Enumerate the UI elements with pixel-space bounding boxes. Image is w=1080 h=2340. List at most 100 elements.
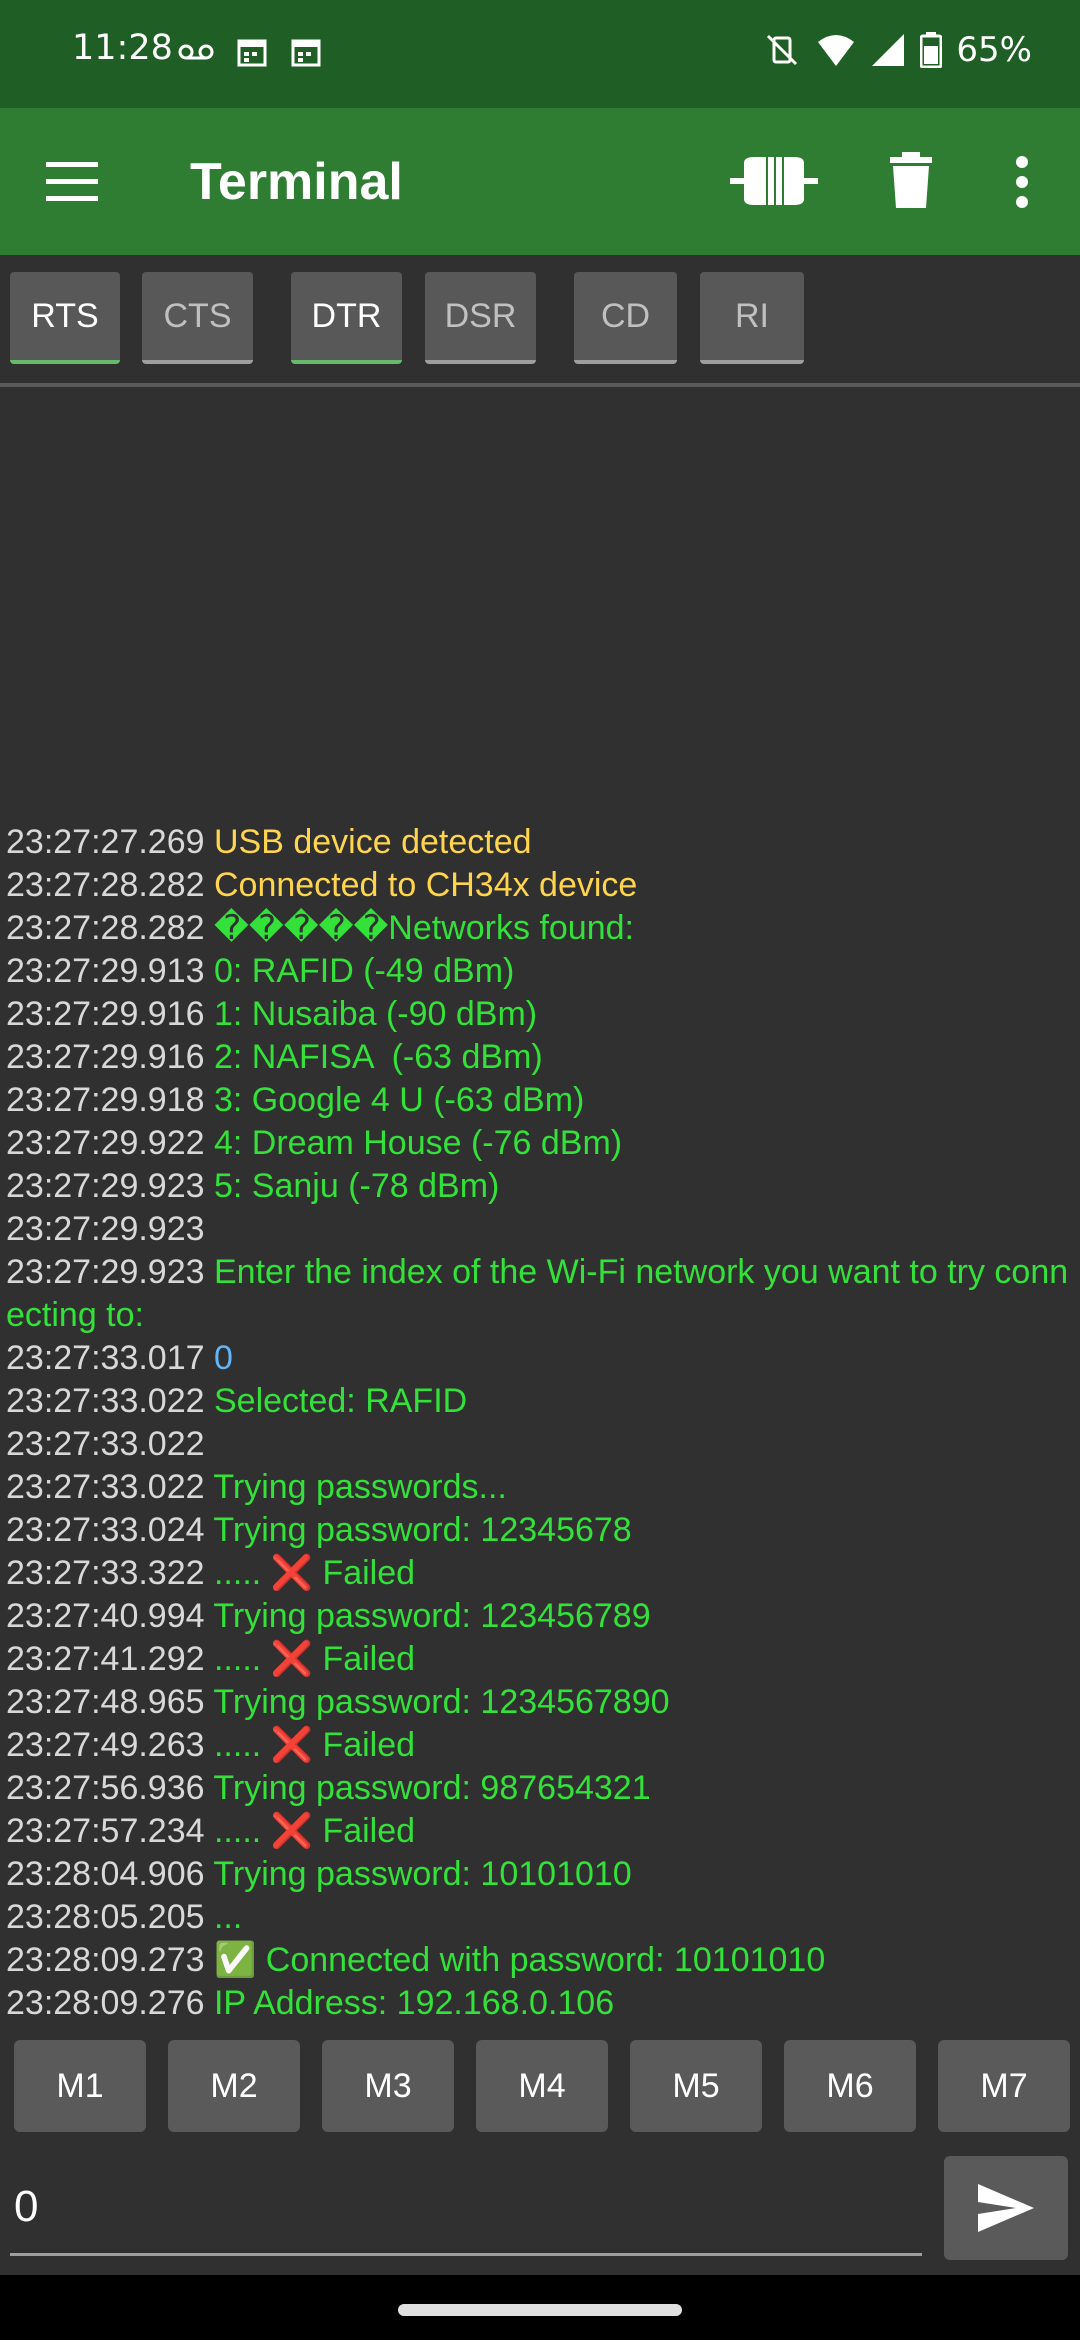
status-system-icons: 65% xyxy=(762,30,1032,70)
calendar-icon-2 xyxy=(291,39,321,67)
log-line: 23:27:40.994 Trying password: 123456789 xyxy=(6,1595,1076,1638)
log-line: 23:27:29.913 0: RAFID (-49 dBm) xyxy=(6,950,1076,993)
macro-button-m6[interactable]: M6 xyxy=(784,2040,916,2132)
macro-button-m7[interactable]: M7 xyxy=(938,2040,1070,2132)
cd-indicator: CD xyxy=(574,272,677,364)
log-message: Trying password: 123456789 xyxy=(213,1597,651,1635)
dsr-indicator: DSR xyxy=(425,272,536,364)
log-timestamp: 23:27:29.923 xyxy=(6,1210,205,1248)
log-message: USB device detected xyxy=(213,823,532,861)
log-message: ✅ Connected with password: 10101010 xyxy=(213,1941,826,1979)
battery-percent: 65% xyxy=(956,30,1032,70)
log-timestamp: 23:27:27.269 xyxy=(6,823,205,861)
log-timestamp: 23:28:05.205 xyxy=(6,1898,205,1936)
log-timestamp: 23:27:57.234 xyxy=(6,1812,205,1850)
log-line: 23:28:05.205 ... xyxy=(6,1896,1076,1939)
log-timestamp: 23:27:40.994 xyxy=(6,1597,205,1635)
log-line: 23:27:28.282 �����Networks found: xyxy=(6,907,1076,950)
log-timestamp: 23:27:33.022 xyxy=(6,1382,205,1420)
log-message: Selected: RAFID xyxy=(213,1382,468,1420)
more-vert-icon[interactable] xyxy=(1010,154,1034,210)
log-timestamp: 23:28:09.276 xyxy=(6,1984,205,2022)
log-line: 23:27:29.923 Enter the index of the Wi-F… xyxy=(6,1251,1076,1337)
macro-button-m3[interactable]: M3 xyxy=(322,2040,454,2132)
log-line: 23:27:33.024 Trying password: 12345678 xyxy=(6,1509,1076,1552)
dtr-toggle[interactable]: DTR xyxy=(291,272,402,364)
log-timestamp: 23:27:33.024 xyxy=(6,1511,205,1549)
control-signal-bar: RTS CTS DTR DSR CD RI xyxy=(0,255,1080,387)
log-line: 23:27:48.965 Trying password: 1234567890 xyxy=(6,1681,1076,1724)
log-message: Trying password: 10101010 xyxy=(213,1855,632,1893)
status-notification-icons xyxy=(178,36,322,68)
log-line: 23:27:29.923 5: Sanju (-78 dBm) xyxy=(6,1165,1076,1208)
log-line: 23:28:04.906 Trying password: 10101010 xyxy=(6,1853,1076,1896)
log-line: 23:27:29.922 4: Dream House (-76 dBm) xyxy=(6,1122,1076,1165)
log-timestamp: 23:27:49.263 xyxy=(6,1726,205,1764)
log-line: 23:27:33.022 xyxy=(6,1423,1076,1466)
trash-icon[interactable] xyxy=(890,152,932,208)
log-line: 23:27:33.322 ..... ❌ Failed xyxy=(6,1552,1076,1595)
log-message: Trying password: 12345678 xyxy=(213,1511,632,1549)
log-timestamp: 23:27:29.923 xyxy=(6,1167,205,1205)
log-timestamp: 23:28:04.906 xyxy=(6,1855,205,1893)
log-message: IP Address: 192.168.0.106 xyxy=(213,1984,615,2022)
log-message: Trying passwords... xyxy=(213,1468,507,1506)
log-message: ..... ❌ Failed xyxy=(213,1640,416,1678)
log-timestamp: 23:27:29.923 xyxy=(6,1253,205,1291)
log-timestamp: 23:27:56.936 xyxy=(6,1769,205,1807)
cts-indicator: CTS xyxy=(142,272,253,364)
log-timestamp: 23:27:33.017 xyxy=(6,1339,205,1377)
calendar-icon xyxy=(237,39,267,67)
macro-button-m4[interactable]: M4 xyxy=(476,2040,608,2132)
home-gesture-handle[interactable] xyxy=(398,2304,682,2316)
log-line: 23:27:29.923 xyxy=(6,1208,1076,1251)
macro-button-m5[interactable]: M5 xyxy=(630,2040,762,2132)
log-timestamp: 23:27:41.292 xyxy=(6,1640,205,1678)
macro-button-row: M1 M2 M3 M4 M5 M6 M7 xyxy=(0,2040,1080,2134)
send-button[interactable] xyxy=(944,2156,1068,2260)
menu-icon[interactable] xyxy=(44,160,100,204)
log-line: 23:27:57.234 ..... ❌ Failed xyxy=(6,1810,1076,1853)
send-icon xyxy=(978,2184,1034,2232)
log-line: 23:28:09.276 IP Address: 192.168.0.106 xyxy=(6,1982,1076,2025)
log-message: �����Networks found: xyxy=(213,909,634,947)
log-message: ..... ❌ Failed xyxy=(213,1812,416,1850)
ri-indicator: RI xyxy=(700,272,804,364)
navigation-bar xyxy=(0,2275,1080,2340)
log-line: 23:27:33.022 Trying passwords... xyxy=(6,1466,1076,1509)
log-timestamp: 23:27:33.022 xyxy=(6,1468,205,1506)
voicemail-icon xyxy=(178,44,214,60)
log-message: 0: RAFID (-49 dBm) xyxy=(213,952,515,990)
log-message: 0 xyxy=(213,1339,233,1377)
log-message: 2: NAFISA (-63 dBm) xyxy=(213,1038,543,1076)
send-input[interactable] xyxy=(10,2160,922,2256)
send-row xyxy=(0,2150,1080,2270)
wifi-icon xyxy=(818,35,855,66)
log-timestamp: 23:27:29.916 xyxy=(6,1038,205,1076)
log-message: ... xyxy=(213,1898,243,1936)
log-line: 23:27:56.936 Trying password: 987654321 xyxy=(6,1767,1076,1810)
rts-toggle[interactable]: RTS xyxy=(10,272,120,364)
log-message: 5: Sanju (-78 dBm) xyxy=(213,1167,500,1205)
status-time: 11:28 xyxy=(72,28,173,68)
macro-button-m1[interactable]: M1 xyxy=(14,2040,146,2132)
battery-icon xyxy=(920,32,943,68)
log-message: Trying password: 987654321 xyxy=(213,1769,651,1807)
log-timestamp: 23:27:28.282 xyxy=(6,909,205,947)
log-message: Connected to CH34x device xyxy=(213,866,638,904)
log-message: 1: Nusaiba (-90 dBm) xyxy=(213,995,538,1033)
terminal-output[interactable]: 23:27:27.269 USB device detected 23:27:28… xyxy=(0,387,1080,2025)
usb-connect-icon[interactable] xyxy=(730,153,818,209)
log-message: 3: Google 4 U (-63 dBm) xyxy=(213,1081,585,1119)
log-line: 23:27:29.918 3: Google 4 U (-63 dBm) xyxy=(6,1079,1076,1122)
log-line: 23:27:29.916 1: Nusaiba (-90 dBm) xyxy=(6,993,1076,1036)
cell-signal-icon xyxy=(872,34,905,66)
macro-button-m2[interactable]: M2 xyxy=(168,2040,300,2132)
log-message: ..... ❌ Failed xyxy=(213,1726,416,1764)
log-timestamp: 23:27:29.922 xyxy=(6,1124,205,1162)
log-timestamp: 23:28:09.273 xyxy=(6,1941,205,1979)
log-message: ..... ❌ Failed xyxy=(213,1554,416,1592)
log-lines: 23:27:27.269 USB device detected 23:27:28… xyxy=(6,821,1076,2025)
log-line: 23:27:33.017 0 xyxy=(6,1337,1076,1380)
log-timestamp: 23:27:28.282 xyxy=(6,866,205,904)
